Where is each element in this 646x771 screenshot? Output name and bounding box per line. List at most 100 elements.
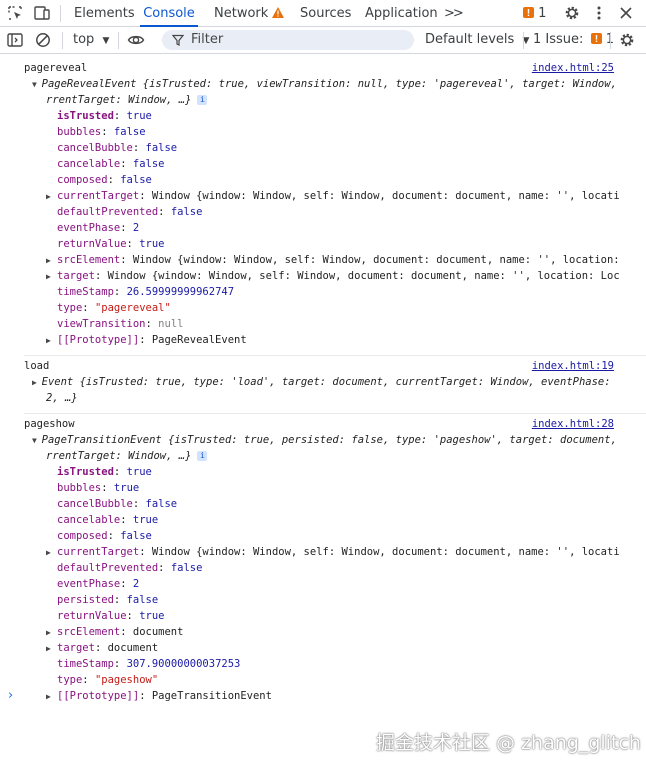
tab-elements[interactable]: Elements: [74, 0, 135, 27]
property-key: cancelBubble: [57, 142, 133, 154]
expand-triangle-closed-icon[interactable]: ▶: [32, 378, 42, 387]
property-value: Window {window: Window, self: Window, do…: [132, 254, 620, 266]
source-link[interactable]: index.html:19: [532, 358, 614, 374]
divider: [60, 5, 61, 22]
expand-triangle-closed-icon[interactable]: ▶: [46, 269, 57, 284]
property-value: false: [170, 206, 203, 218]
property-key: bubbles: [57, 126, 102, 138]
property-row: cancelable: true: [46, 512, 620, 528]
property-key: defaultPrevented: [57, 562, 159, 574]
context-selector-value: top: [73, 32, 95, 47]
object-preview: Event {isTrusted: true, type: 'load', ta…: [41, 376, 611, 388]
property-key: composed: [57, 530, 108, 542]
property-value: false: [132, 158, 165, 170]
filter-placeholder: Filter: [191, 32, 224, 47]
tab-sources[interactable]: Sources: [300, 0, 351, 27]
watermark: 掘金技术社区 @ zhang_glitch: [376, 732, 641, 754]
property-value: false: [145, 498, 178, 510]
property-value: null: [158, 318, 184, 330]
property-row: viewTransition: null: [46, 316, 620, 332]
close-icon[interactable]: [617, 4, 635, 22]
log-text: pageshow: [24, 418, 75, 430]
colon: :: [120, 514, 133, 526]
property-key: type: [57, 302, 83, 314]
tab-application[interactable]: Application: [365, 0, 438, 27]
expand-triangle-closed-icon[interactable]: ▶: [46, 333, 57, 348]
console-settings-gear-icon[interactable]: [618, 31, 636, 49]
property-key: bubbles: [57, 482, 102, 494]
object-summary-continued: 2, …}: [46, 390, 620, 406]
warnings-counter[interactable]: 1: [523, 0, 546, 27]
property-row[interactable]: ▶ [[Prototype]]: PageRevealEvent: [46, 332, 620, 348]
colon: :: [120, 578, 133, 590]
chevron-down-icon: ▼: [102, 36, 110, 46]
inspect-element-icon[interactable]: [6, 4, 24, 22]
tab-console[interactable]: Console: [140, 0, 198, 27]
property-row[interactable]: ▶ currentTarget: Window {window: Window, …: [46, 544, 620, 560]
property-value: PageRevealEvent: [151, 334, 247, 346]
gear-icon[interactable]: [563, 4, 581, 22]
filter-input[interactable]: Filter: [162, 30, 414, 50]
property-value: document: [132, 626, 184, 638]
property-value: 26.59999999962747: [126, 286, 235, 298]
property-row: returnValue: true: [46, 236, 620, 252]
property-row[interactable]: ▶ [[Prototype]]: PageTransitionEvent: [46, 688, 620, 704]
source-link[interactable]: index.html:25: [532, 60, 614, 76]
property-value: true: [126, 466, 152, 478]
colon: :: [113, 594, 127, 606]
property-key: target: [57, 642, 95, 654]
console-toolbar: top ▼ Filter Default levels ▼ 1 Issue: 1: [0, 27, 646, 54]
info-icon[interactable]: i: [197, 95, 208, 105]
expand-triangle-open-icon[interactable]: ▼: [32, 80, 42, 89]
property-row[interactable]: ▶ srcElement: document: [46, 624, 620, 640]
log-text: pagereveal: [24, 62, 88, 74]
expand-triangle-closed-icon[interactable]: ▶: [46, 189, 57, 204]
property-value: 2: [132, 578, 140, 590]
eye-icon[interactable]: [127, 31, 145, 49]
property-key: cancelable: [57, 514, 121, 526]
colon: :: [126, 610, 140, 622]
property-value: "pagereveal": [94, 302, 171, 314]
property-row: eventPhase: 2: [46, 576, 620, 592]
info-icon[interactable]: i: [197, 451, 208, 461]
console-prompt-icon[interactable]: ›: [8, 688, 13, 703]
device-toolbar-icon[interactable]: [33, 4, 51, 22]
property-value: true: [139, 238, 165, 250]
object-summary-continued: rrentTarget: Window, …} i: [46, 448, 620, 464]
tab-network[interactable]: Network: [214, 0, 285, 27]
expand-triangle-closed-icon[interactable]: ▶: [46, 545, 57, 560]
property-row: defaultPrevented: false: [46, 204, 620, 220]
log-levels-dropdown[interactable]: Default levels ▼: [425, 27, 529, 53]
property-key: timeStamp: [57, 286, 114, 298]
object-summary[interactable]: ▼ PageRevealEvent {isTrusted: true, view…: [32, 76, 620, 92]
expand-triangle-closed-icon[interactable]: ▶: [46, 689, 57, 704]
divider: [610, 32, 611, 49]
kebab-menu-icon[interactable]: [590, 4, 608, 22]
clear-console-icon[interactable]: [34, 31, 52, 49]
property-row: bubbles: true: [46, 480, 620, 496]
property-row[interactable]: ▶ currentTarget: Window {window: Window, …: [46, 188, 620, 204]
warnings-count: 1: [538, 6, 547, 21]
more-tabs-button[interactable]: >>: [444, 0, 464, 27]
sidebar-toggle-icon[interactable]: [6, 31, 24, 49]
log-text: load: [24, 360, 50, 372]
colon: :: [120, 222, 133, 234]
expand-triangle-closed-icon[interactable]: ▶: [46, 253, 57, 268]
property-row[interactable]: ▶ target: document: [46, 640, 620, 656]
property-row: persisted: false: [46, 592, 620, 608]
colon: :: [101, 482, 114, 494]
object-summary[interactable]: ▶ Event {isTrusted: true, type: 'load', …: [32, 374, 620, 390]
context-selector[interactable]: top ▼: [73, 27, 109, 53]
warning-icon: [272, 7, 285, 18]
expand-triangle-open-icon[interactable]: ▼: [32, 436, 42, 445]
issues-button[interactable]: 1 Issue: 1: [533, 27, 614, 53]
expand-triangle-closed-icon[interactable]: ▶: [46, 641, 57, 656]
property-row[interactable]: ▶ srcElement: Window {window: Window, sel…: [46, 252, 620, 268]
property-row[interactable]: ▶ target: Window {window: Window, self: W…: [46, 268, 620, 284]
source-link[interactable]: index.html:28: [532, 416, 614, 432]
property-row: isTrusted: true: [46, 108, 620, 124]
property-key: isTrusted: [57, 466, 114, 478]
expand-triangle-closed-icon[interactable]: ▶: [46, 625, 57, 640]
object-summary[interactable]: ▼ PageTransitionEvent {isTrusted: true, …: [32, 432, 620, 448]
property-row: timeStamp: 26.59999999962747: [46, 284, 620, 300]
